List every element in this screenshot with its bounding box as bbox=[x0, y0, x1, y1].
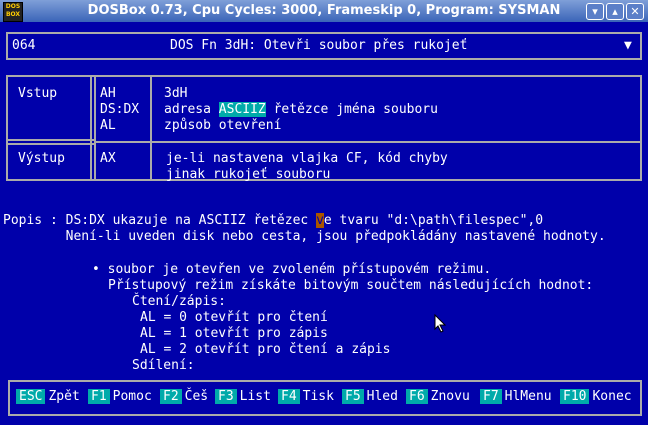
output-desc-2: jinak rukojeť souboru bbox=[166, 167, 331, 182]
reg-al: AL bbox=[100, 118, 116, 133]
al1-line: AL = 1 otevřít pro zápis bbox=[140, 326, 328, 341]
maximize-button[interactable]: ▴ bbox=[606, 3, 624, 20]
key-f5[interactable]: F5 Hled bbox=[340, 388, 400, 406]
al0-line: AL = 0 otevřít pro čtení bbox=[140, 310, 328, 325]
share-heading: Sdílení: bbox=[132, 358, 195, 373]
reg-ah: AH bbox=[100, 86, 116, 101]
key-f1[interactable]: F1 Pomoc bbox=[86, 388, 154, 406]
function-key-bar: ESC Zpět F1 Pomoc F2 Češ F3 List F4 Tisk F5 Hl… bbox=[8, 380, 642, 416]
input-desc-2: adresa ASCIIZ řetězce jména souboru bbox=[164, 102, 438, 117]
key-esc[interactable]: ESC Zpět bbox=[14, 388, 82, 406]
io-table: Vstup AH DS:DX AL 3dH adresa ASCIIZ řetě… bbox=[6, 75, 642, 182]
function-number: 064 bbox=[12, 38, 36, 53]
key-f3[interactable]: F3 List bbox=[213, 388, 273, 406]
output-label: Výstup bbox=[18, 151, 65, 166]
al2-line: AL = 2 otevřít pro čtení a zápis bbox=[140, 342, 391, 357]
dos-screen: 064 DOS Fn 3dH: Otevři soubor přes rukoj… bbox=[0, 22, 648, 425]
output-desc-1: je-li nastavena vlajka CF, kód chyby bbox=[166, 151, 448, 166]
key-f7[interactable]: F7 HlMenu bbox=[478, 388, 554, 406]
mouse-pointer-icon bbox=[434, 314, 447, 333]
dropdown-arrow-icon[interactable]: ▼ bbox=[624, 38, 632, 54]
function-header[interactable]: 064 DOS Fn 3dH: Otevři soubor přes rukoj… bbox=[6, 32, 642, 60]
popis-line-2: Není-li uveden disk nebo cesta, jsou pře… bbox=[3, 229, 606, 244]
reg-ax: AX bbox=[100, 151, 116, 166]
close-button[interactable]: ✕ bbox=[626, 3, 644, 20]
window-title: DOSBox 0.73, Cpu Cycles: 3000, Frameskip… bbox=[87, 3, 561, 18]
access-mode-line: Přístupový režim získáte bitovým součtem… bbox=[108, 278, 594, 293]
input-desc-3: způsob otevření bbox=[164, 118, 282, 133]
key-f2[interactable]: F2 Češ bbox=[158, 388, 210, 406]
text-cursor: v bbox=[316, 213, 324, 228]
function-title: DOS Fn 3dH: Otevři soubor přes rukojeť bbox=[170, 38, 468, 53]
reg-dsdx: DS:DX bbox=[100, 102, 140, 117]
rw-heading: Čtení/zápis: bbox=[132, 294, 226, 309]
asciiz-link[interactable]: ASCIIZ bbox=[218, 102, 266, 117]
input-label: Vstup bbox=[18, 86, 58, 101]
bullet-line: • soubor je otevřen ve zvoleném přístupo… bbox=[92, 262, 492, 277]
input-desc-1: 3dH bbox=[164, 86, 188, 101]
key-f10[interactable]: F10 Konec bbox=[558, 388, 634, 406]
key-f6[interactable]: F6 Znovu bbox=[404, 388, 472, 406]
popis-line: Popis : DS:DX ukazuje na ASCIIZ řetězec … bbox=[3, 213, 544, 228]
title-bar: DOS BOX DOSBox 0.73, Cpu Cycles: 3000, F… bbox=[0, 0, 648, 22]
key-f4[interactable]: F4 Tisk bbox=[276, 388, 336, 406]
minimize-button[interactable]: ▾ bbox=[586, 3, 604, 20]
